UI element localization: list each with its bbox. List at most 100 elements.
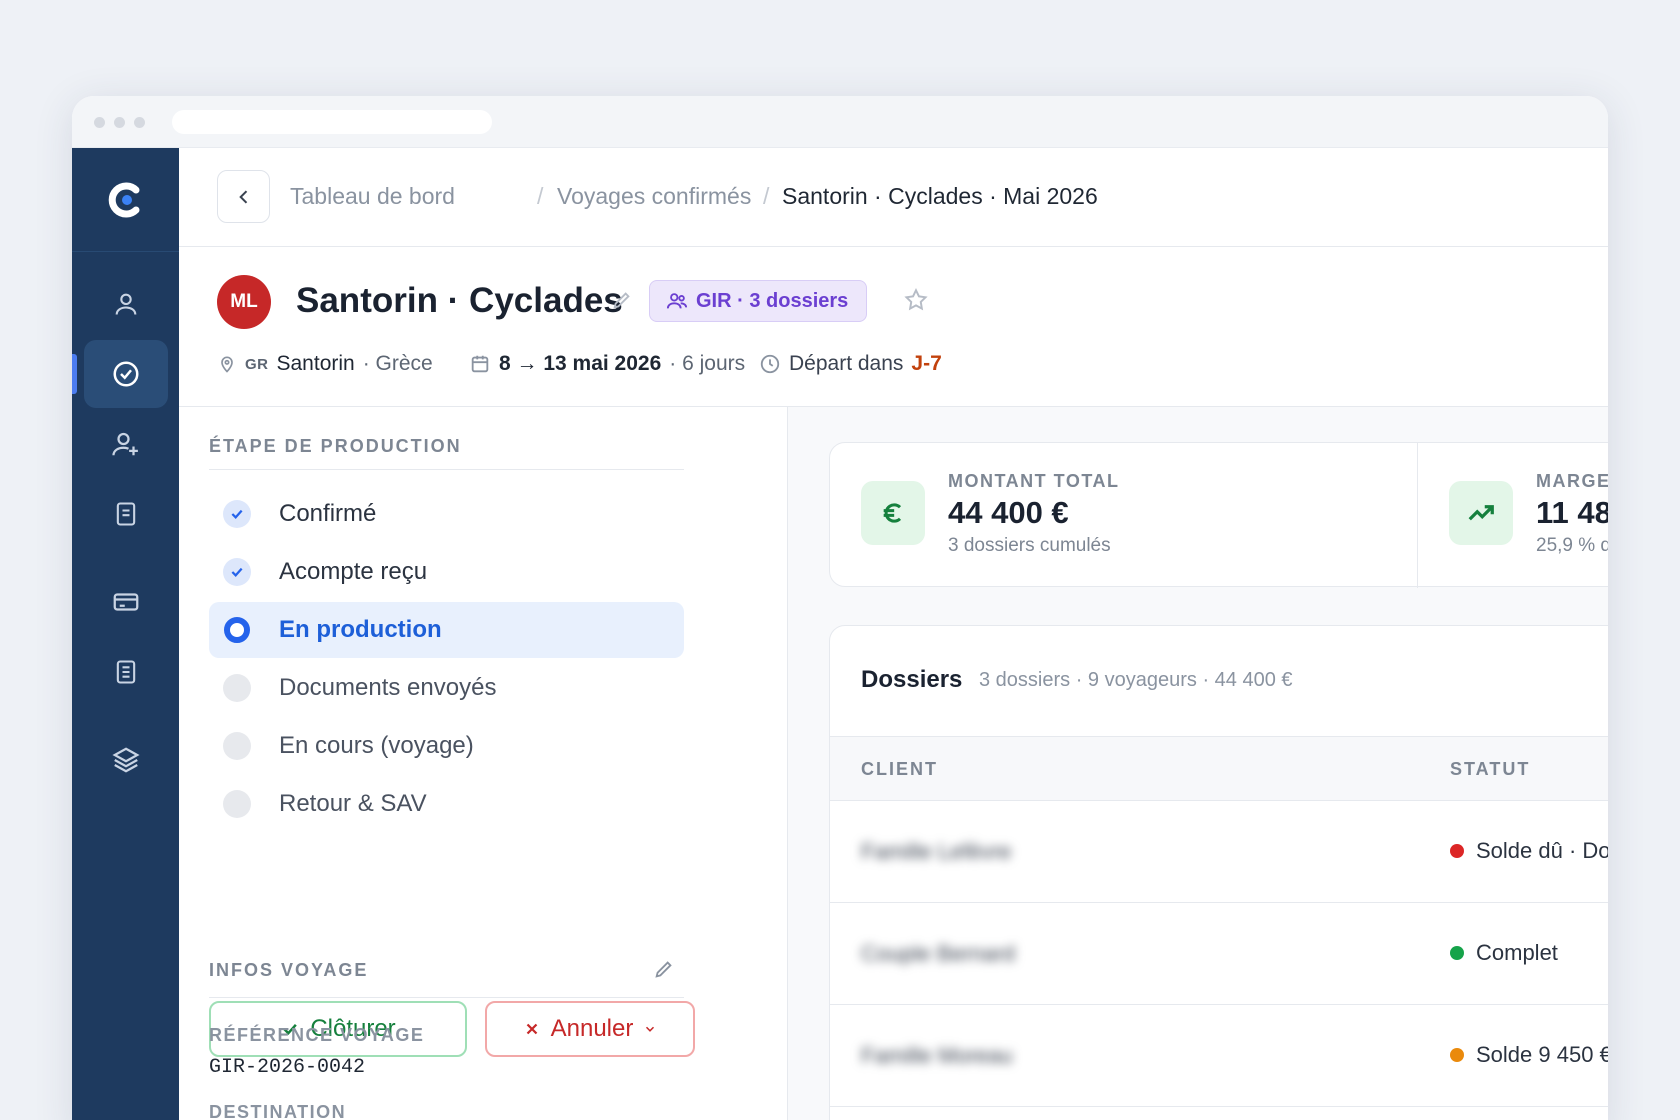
breadcrumb-current: Santorin · Cyclades · Mai 2026 [782, 183, 1098, 209]
infos-title: INFOS VOYAGE [209, 960, 369, 980]
credit-card-icon [113, 593, 139, 611]
production-title: ÉTAPE DE PRODUCTION [209, 436, 462, 456]
departure-countdown: J-7 [911, 352, 942, 375]
country-name: · Grèce [362, 352, 433, 375]
nav-payments[interactable] [84, 568, 168, 636]
column-status[interactable]: STATUT [1450, 759, 1530, 780]
nav-add-user[interactable] [84, 410, 168, 478]
trip-departure: Départ dans J-7 [759, 352, 942, 376]
cancel-trip-button[interactable]: Annuler [485, 1001, 695, 1057]
step-in-production[interactable]: En production [209, 602, 684, 658]
status-text: Solde dû · Docs manquants [1476, 838, 1608, 863]
logo-icon [108, 182, 139, 217]
trip-duration: · 6 jours [669, 352, 746, 375]
country-code: GR [245, 355, 269, 373]
dossiers-summary: 3 dossiers · 9 voyageurs · 44 400 € [979, 669, 1293, 691]
stats-card: MONTANT TOTAL 44 400 € 3 dossiers cumulé… [829, 442, 1608, 588]
stat-total-margin: MARGE TOTALE 11 480 € 25,9 % de marge [1418, 443, 1608, 588]
date-range: 8 → 13 mai 2026 [499, 352, 662, 375]
check-icon [223, 558, 251, 586]
users-icon [666, 293, 688, 309]
address-bar[interactable] [172, 110, 492, 134]
layers-icon [112, 747, 140, 773]
calendar-icon [471, 355, 489, 373]
city-name: Santorin [276, 352, 355, 375]
edit-icon[interactable] [653, 958, 675, 980]
destination-label: DESTINATION [209, 1102, 347, 1120]
table-row[interactable]: Famille Lefèvre Solde dû · Docs manquant… [830, 801, 1608, 903]
back-button[interactable] [217, 170, 270, 223]
app-window: Tableau de bord / Voyages confirmés / Sa… [72, 96, 1608, 1120]
window-dot [94, 117, 105, 128]
main-content: Tableau de bord / Voyages confirmés / Sa… [179, 148, 1608, 1120]
step-return-sav[interactable]: Retour & SAV [209, 776, 684, 832]
group-badge: GIR · 3 dossiers [649, 280, 868, 322]
close-icon [526, 1023, 537, 1035]
radio-empty-icon [223, 674, 251, 702]
step-deposit-received[interactable]: Acompte reçu [209, 544, 684, 600]
avatar: ML [217, 275, 271, 329]
star-icon[interactable] [903, 287, 929, 313]
trend-up-icon [1449, 481, 1513, 545]
table-row[interactable]: Couple Bernard Complet [830, 903, 1608, 1005]
trip-header: ML Santorin · Cyclades GIR · 3 dossiers … [179, 247, 1608, 407]
reference-value: GIR-2026-0042 [209, 1056, 366, 1079]
departure-label: Départ dans [789, 352, 904, 375]
user-icon [115, 293, 137, 315]
clock-icon [760, 354, 780, 374]
map-pin-icon [221, 356, 233, 373]
status-badge: Complet [1450, 940, 1558, 966]
step-label: En production [279, 616, 442, 643]
euro-icon [861, 481, 925, 545]
page-title: Santorin · Cyclades [296, 281, 623, 320]
stat-label: MONTANT TOTAL [948, 471, 1120, 491]
status-dot [1450, 1048, 1464, 1062]
app-logo[interactable] [72, 148, 179, 252]
stat-total-amount: MONTANT TOTAL 44 400 € 3 dossiers cumulé… [830, 443, 1417, 588]
radio-active-icon [224, 617, 250, 643]
nav-documents[interactable] [84, 480, 168, 548]
step-documents-sent[interactable]: Documents envoyés [209, 660, 684, 716]
window-dot [114, 117, 125, 128]
list-document-icon [116, 660, 136, 684]
radio-empty-icon [223, 732, 251, 760]
chevron-left-icon [238, 189, 247, 204]
nav-catalog[interactable] [84, 726, 168, 794]
client-name: Famille Lefèvre [861, 839, 1012, 864]
check-icon [223, 500, 251, 528]
step-confirmed[interactable]: Confirmé [209, 486, 684, 542]
breadcrumb-confirmed-trips[interactable]: Voyages confirmés [557, 183, 751, 210]
check-circle-icon [113, 361, 139, 387]
nav-invoices[interactable] [84, 638, 168, 706]
trip-dates: 8 → 13 mai 2026 · 6 jours [469, 352, 745, 376]
reference-label: RÉFÉRENCE VOYAGE [209, 1025, 425, 1045]
step-label: Acompte reçu [279, 558, 428, 585]
table-row[interactable]: Famille Moreau Solde 9 450 € dû [830, 1005, 1608, 1107]
active-indicator [72, 354, 77, 394]
breadcrumb-dashboard[interactable]: Tableau de bord [290, 183, 455, 210]
stat-value: 11 480 € [1536, 495, 1608, 530]
nav-confirmed-trips[interactable] [84, 340, 168, 408]
divider [209, 469, 684, 470]
edit-title-icon[interactable] [611, 289, 633, 311]
sidebar [72, 148, 179, 1120]
radio-empty-icon [223, 790, 251, 818]
nav-clients[interactable] [84, 270, 168, 338]
status-text: Solde 9 450 € dû [1476, 1042, 1608, 1067]
divider [209, 997, 684, 998]
group-badge-label: GIR · 3 dossiers [696, 289, 849, 312]
step-label: Documents envoyés [279, 674, 497, 701]
status-dot [1450, 844, 1464, 858]
column-client[interactable]: CLIENT [861, 759, 938, 780]
user-plus-icon [112, 432, 138, 456]
status-text: Complet [1476, 940, 1558, 965]
stat-sub: 25,9 % de marge [1536, 535, 1608, 556]
status-badge: Solde dû · Docs manquants [1450, 838, 1608, 864]
stat-sub: 3 dossiers cumulés [948, 535, 1111, 556]
document-icon [116, 502, 136, 526]
table-header: CLIENT STATUT [830, 736, 1608, 801]
step-in-progress[interactable]: En cours (voyage) [209, 718, 684, 774]
chevron-down-icon [646, 1026, 655, 1032]
step-label: En cours (voyage) [279, 732, 474, 759]
window-dot [134, 117, 145, 128]
